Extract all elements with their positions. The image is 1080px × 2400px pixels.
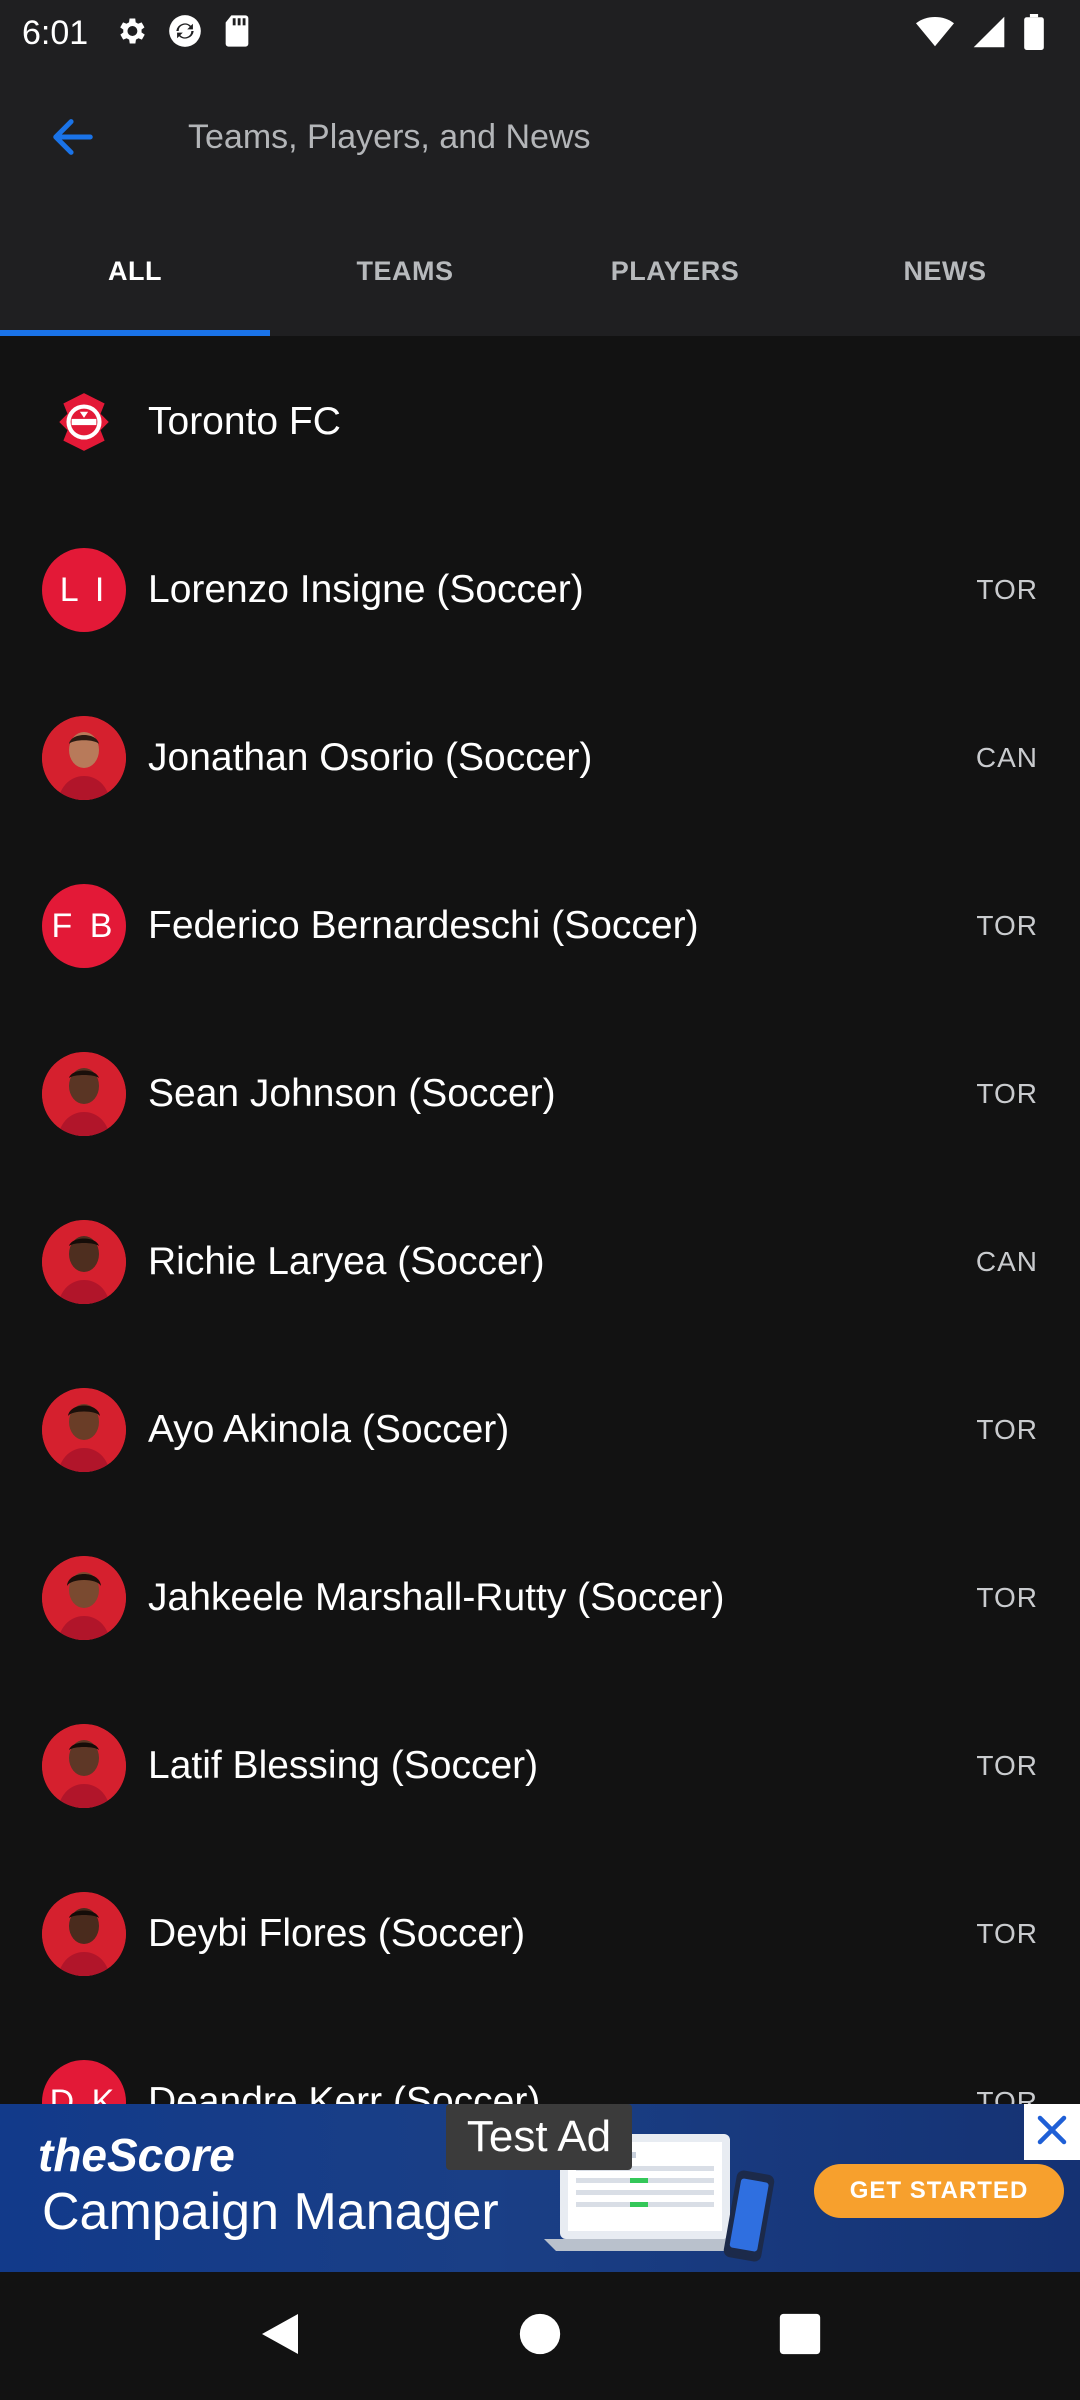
- gear-icon: [114, 14, 148, 53]
- tab-bar: ALL TEAMS PLAYERS NEWS: [0, 206, 1080, 336]
- result-name: Ayo Akinola (Soccer): [148, 1408, 510, 1451]
- result-name: Toronto FC: [148, 400, 341, 443]
- player-initials-avatar: D K: [42, 2060, 126, 2104]
- ad-label: Test Ad: [446, 2104, 632, 2170]
- list-item[interactable]: Deybi Flores (Soccer) TOR: [0, 1850, 1080, 2018]
- player-photo-avatar: [42, 1052, 126, 1136]
- list-item[interactable]: D K Deandre Kerr (Soccer) TOR: [0, 2018, 1080, 2104]
- nav-home-button[interactable]: [500, 2296, 580, 2376]
- arrow-back-icon: [50, 114, 96, 165]
- sync-icon: [166, 12, 204, 55]
- signal-icon: [972, 15, 1006, 54]
- result-name: Deandre Kerr (Soccer): [148, 2080, 541, 2104]
- result-team: CAN: [975, 1246, 1038, 1277]
- sd-card-icon: [222, 14, 252, 53]
- result-name: Federico Bernardeschi (Soccer): [148, 904, 699, 947]
- result-team: TOR: [976, 1918, 1038, 1949]
- ad-banner[interactable]: theScore Campaign Manager GET STARTED Te…: [0, 2104, 1080, 2272]
- result-team: TOR: [976, 1582, 1038, 1613]
- list-item[interactable]: F B Federico Bernardeschi (Soccer) TOR: [0, 842, 1080, 1010]
- system-nav-bar: [0, 2272, 1080, 2400]
- search-header: [0, 66, 1080, 206]
- list-item[interactable]: Ayo Akinola (Soccer) TOR: [0, 1346, 1080, 1514]
- player-photo-avatar: [42, 1724, 126, 1808]
- result-team: CAN: [975, 742, 1038, 773]
- ad-product: Campaign Manager: [42, 2183, 499, 2241]
- square-recents-icon: [778, 2312, 822, 2361]
- result-name: Jahkeele Marshall-Rutty (Soccer): [148, 1576, 725, 1619]
- result-team: TOR: [976, 574, 1038, 605]
- team-logo: [42, 380, 126, 464]
- result-team: TOR: [976, 910, 1038, 941]
- tab-players[interactable]: PLAYERS: [540, 206, 810, 336]
- result-team: TOR: [976, 2086, 1038, 2104]
- player-photo-avatar: [42, 716, 126, 800]
- circle-home-icon: [518, 2312, 562, 2361]
- list-item[interactable]: Jahkeele Marshall-Rutty (Soccer) TOR: [0, 1514, 1080, 1682]
- triangle-back-icon: [258, 2310, 302, 2363]
- player-photo-avatar: [42, 1220, 126, 1304]
- player-photo-avatar: [42, 1892, 126, 1976]
- player-photo-avatar: [42, 1556, 126, 1640]
- wifi-icon: [916, 15, 954, 54]
- list-item[interactable]: L I Lorenzo Insigne (Soccer) TOR: [0, 506, 1080, 674]
- result-team: TOR: [976, 1078, 1038, 1109]
- ad-brand: theScore: [38, 2129, 235, 2181]
- list-item[interactable]: Jonathan Osorio (Soccer) CAN: [0, 674, 1080, 842]
- list-item[interactable]: Latif Blessing (Soccer) TOR: [0, 1682, 1080, 1850]
- nav-recents-button[interactable]: [760, 2296, 840, 2376]
- status-left-icons: [114, 12, 252, 55]
- status-time: 6:01: [22, 13, 89, 52]
- result-name: Richie Laryea (Soccer): [148, 1240, 545, 1283]
- list-item[interactable]: Sean Johnson (Soccer) TOR: [0, 1010, 1080, 1178]
- result-name: Sean Johnson (Soccer): [148, 1072, 556, 1115]
- player-initials-avatar: F B: [42, 884, 126, 968]
- result-team: TOR: [976, 1750, 1038, 1781]
- battery-icon: [1024, 14, 1044, 55]
- tab-all[interactable]: ALL: [0, 206, 270, 336]
- result-name: Lorenzo Insigne (Soccer): [148, 568, 584, 611]
- status-bar: 6:01: [0, 0, 1080, 66]
- ad-get-started-button[interactable]: GET STARTED: [814, 2164, 1064, 2218]
- search-results-list: Toronto FC L I Lorenzo Insigne (Soccer) …: [0, 336, 1080, 2104]
- nav-back-button[interactable]: [240, 2296, 320, 2376]
- search-input[interactable]: [188, 104, 1038, 170]
- status-right-icons: [916, 14, 1044, 55]
- player-initials-avatar: L I: [42, 548, 126, 632]
- result-name: Latif Blessing (Soccer): [148, 1744, 539, 1787]
- close-icon: [1034, 2112, 1070, 2153]
- tab-news[interactable]: NEWS: [810, 206, 1080, 336]
- result-name: Jonathan Osorio (Soccer): [148, 736, 593, 779]
- player-photo-avatar: [42, 1388, 126, 1472]
- result-team: TOR: [976, 1414, 1038, 1445]
- tab-teams[interactable]: TEAMS: [270, 206, 540, 336]
- result-name: Deybi Flores (Soccer): [148, 1912, 526, 1955]
- back-button[interactable]: [36, 102, 110, 176]
- list-item[interactable]: Richie Laryea (Soccer) CAN: [0, 1178, 1080, 1346]
- list-item[interactable]: Toronto FC: [0, 338, 1080, 506]
- ad-close-button[interactable]: [1024, 2104, 1080, 2160]
